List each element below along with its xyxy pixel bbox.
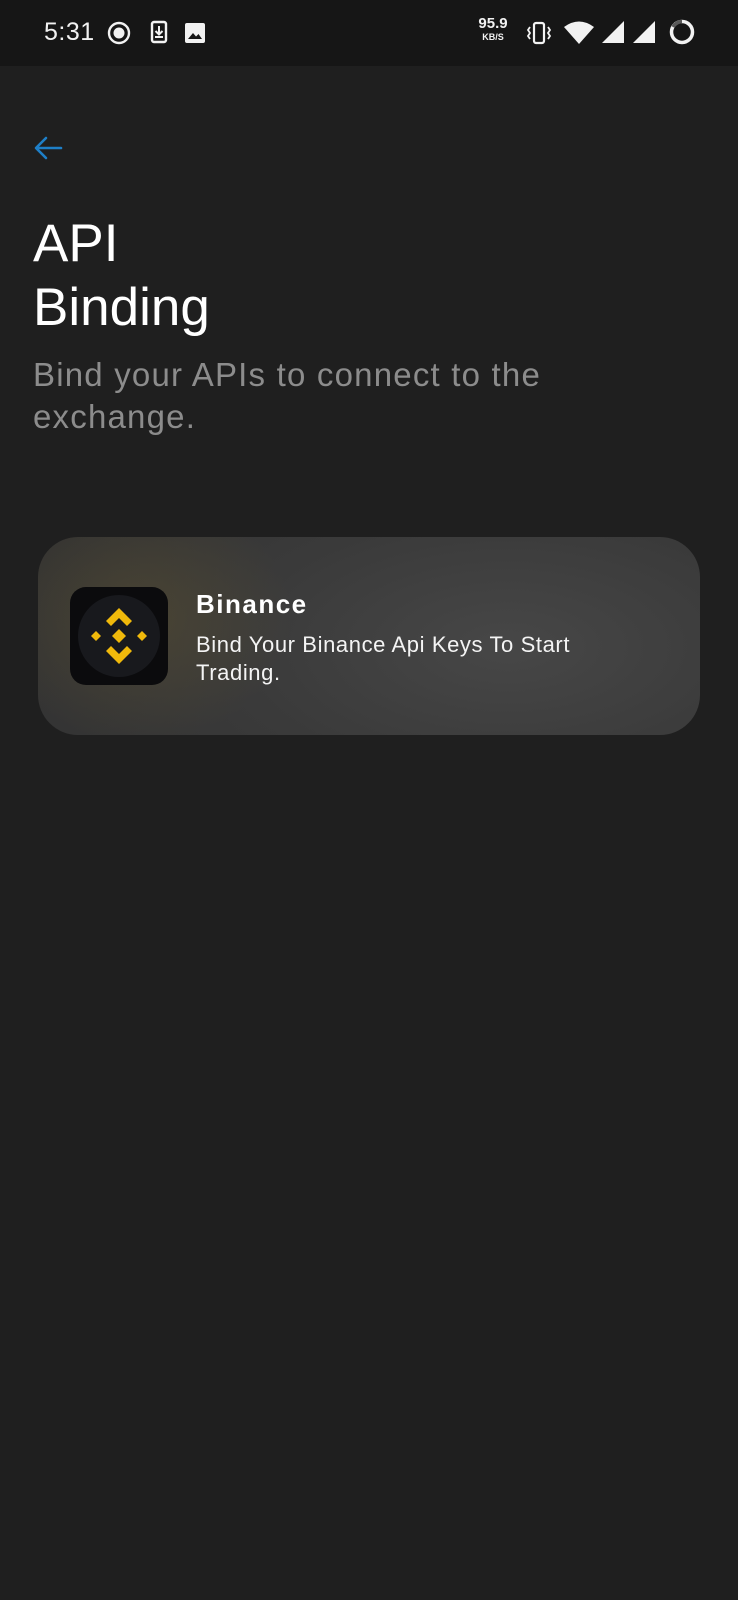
status-bar: 5:31 95.9 KB/S: [0, 0, 738, 66]
status-time: 5:31: [44, 18, 95, 46]
signal-icon: [602, 21, 624, 43]
page-title-line2: Binding: [33, 278, 210, 337]
exchange-card-binance[interactable]: Binance Bind Your Binance Api Keys To St…: [38, 537, 700, 735]
page-subtitle: Bind your APIs to connect to the exchang…: [33, 356, 542, 435]
binance-logo: [70, 587, 168, 685]
image-icon: [185, 23, 205, 43]
network-speed: 95.9 KB/S: [472, 16, 514, 42]
battery-ring-icon: [669, 19, 695, 45]
vibrate-icon: [526, 21, 552, 45]
download-icon: [150, 20, 168, 44]
binance-logo-icon: [91, 608, 147, 664]
record-icon: [107, 21, 131, 45]
signal-icon: [633, 21, 655, 43]
wifi-icon: [564, 21, 594, 44]
arrow-left-icon: [34, 136, 63, 160]
page-title-line1: API: [33, 214, 119, 273]
page-title: API Binding: [33, 212, 433, 340]
exchange-name: Binance: [196, 589, 308, 619]
network-speed-value: 95.9: [478, 15, 508, 32]
network-speed-unit: KB/S: [482, 32, 504, 42]
exchange-description: Bind Your Binance Api Keys To Start Trad…: [196, 632, 571, 685]
back-button[interactable]: [28, 128, 68, 168]
